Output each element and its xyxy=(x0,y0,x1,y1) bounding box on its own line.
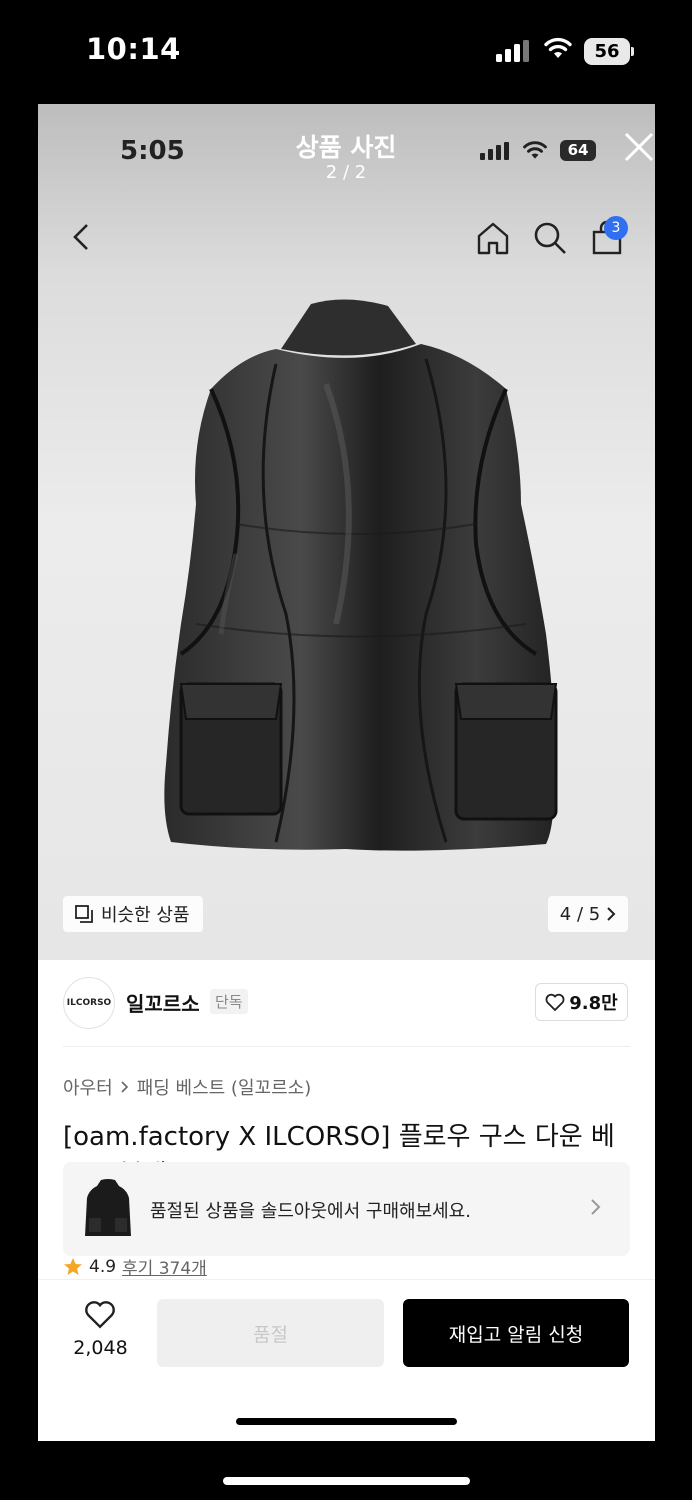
battery-tip xyxy=(631,47,634,56)
viewer-title: 상품 사진 xyxy=(295,133,397,162)
brand-logo[interactable]: ILCORSO xyxy=(63,977,115,1029)
brand-like-button[interactable]: 9.8만 xyxy=(535,983,628,1021)
product-image-vest[interactable] xyxy=(126,294,566,854)
home-indicator[interactable] xyxy=(223,1477,470,1485)
image-page-indicator[interactable]: 4 / 5 xyxy=(548,896,628,932)
wifi-icon xyxy=(544,37,572,58)
divider xyxy=(63,1046,630,1047)
exclusive-badge: 단독 xyxy=(210,989,248,1014)
product-title: [oam.factory X ILCORSO] 플로우 구스 다운 베 xyxy=(63,1122,615,1152)
inner-wifi-icon xyxy=(523,141,547,159)
chevron-right-icon xyxy=(121,1081,128,1093)
similar-icon xyxy=(75,905,93,923)
review-link[interactable]: 후기 374개 xyxy=(122,1254,207,1279)
home-icon[interactable] xyxy=(475,220,511,256)
chevron-right-icon xyxy=(607,907,616,921)
outer-status-time: 10:14 xyxy=(86,32,181,66)
search-icon[interactable] xyxy=(532,220,568,256)
breadcrumb-level2[interactable]: 패딩 베스트 (일꼬르소) xyxy=(137,1074,312,1100)
restock-alert-button[interactable]: 재입고 알림 신청 xyxy=(403,1299,629,1367)
close-icon[interactable] xyxy=(624,132,654,162)
chevron-right-icon xyxy=(591,1199,601,1215)
heart-icon[interactable] xyxy=(84,1299,116,1329)
cart-count-badge: 3 xyxy=(604,216,628,240)
soldout-button[interactable]: 품절 xyxy=(157,1299,384,1367)
rating-score: 4.9 xyxy=(89,1256,117,1277)
breadcrumb: 아우터 패딩 베스트 (일꼬르소) xyxy=(63,1074,311,1100)
breadcrumb-level1[interactable]: 아우터 xyxy=(63,1074,113,1100)
brand-name[interactable]: 일꼬르소 xyxy=(126,988,200,1017)
brand-like-count: 9.8만 xyxy=(569,993,618,1014)
similar-label: 비슷한 상품 xyxy=(101,905,190,926)
inner-signal-icon xyxy=(480,142,509,160)
inner-home-indicator[interactable] xyxy=(236,1418,457,1425)
viewer-counter: 2 / 2 xyxy=(325,162,367,183)
signal-icon xyxy=(496,40,529,62)
page-indicator-text: 4 / 5 xyxy=(559,903,601,925)
inner-status-time: 5:05 xyxy=(120,136,185,166)
similar-products-button[interactable]: 비슷한 상품 xyxy=(63,896,203,932)
rating-row: 4.9 후기 374개 xyxy=(63,1254,207,1279)
inner-battery-icon: 64 xyxy=(560,140,596,161)
product-screenshot: 5:05 상품 사진 2 / 2 64 3 비슷한 상품 4 / 5 ILCOR… xyxy=(38,104,655,1441)
wish-count: 2,048 xyxy=(73,1337,128,1359)
banner-thumbnail xyxy=(85,1179,131,1236)
back-icon[interactable] xyxy=(68,222,98,252)
banner-text: 품절된 상품을 솔드아웃에서 구매해보세요. xyxy=(150,1201,471,1222)
heart-icon xyxy=(545,993,565,1011)
battery-icon: 56 xyxy=(584,38,630,65)
star-icon xyxy=(64,1257,82,1275)
